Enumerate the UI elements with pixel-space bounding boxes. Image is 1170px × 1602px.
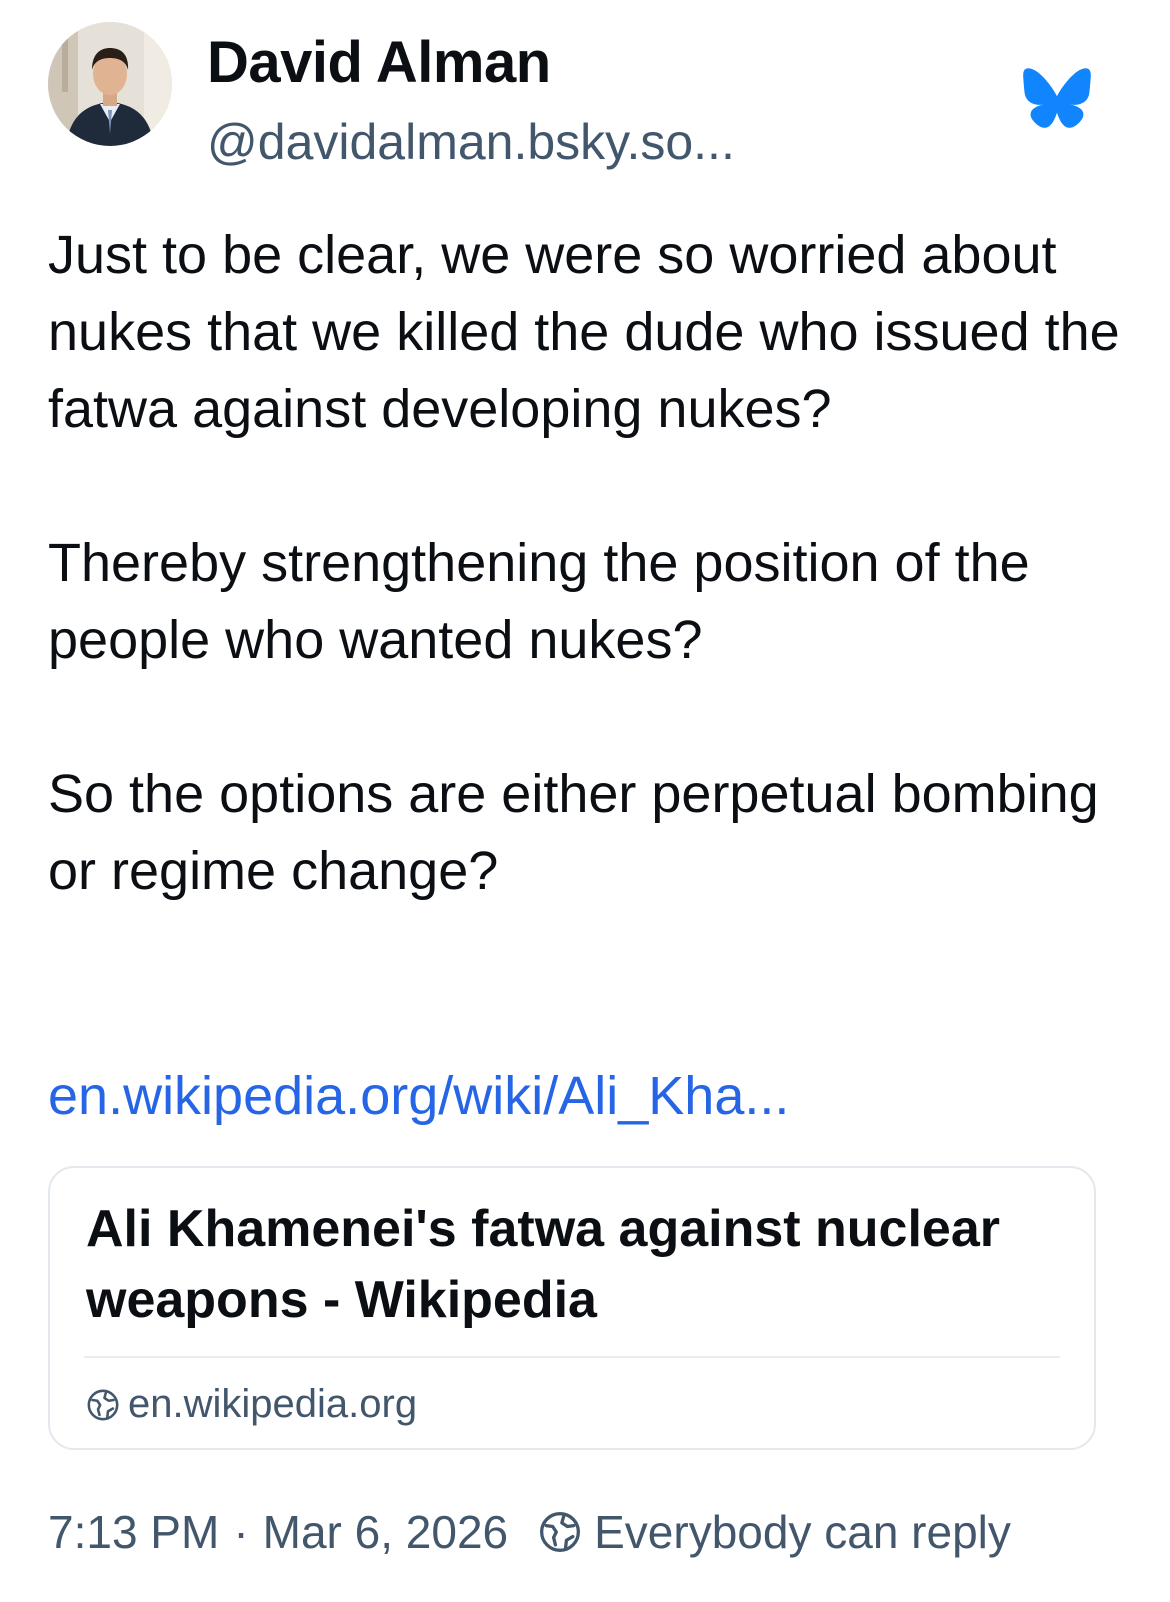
display-name[interactable]: David Alman [207,28,551,98]
reply-setting[interactable]: Everybody can reply [594,1505,1011,1559]
footer-separator: · [233,1506,249,1558]
globe-icon [86,1387,120,1421]
post-link[interactable]: en.wikipedia.org/wiki/Ali_Kha... [48,1058,789,1135]
link-card-domain: en.wikipedia.org [86,1374,417,1434]
post-paragraph: So the options are either perpetual bomb… [48,764,1099,901]
link-card-divider [84,1356,1060,1358]
bluesky-butterfly-icon [1022,66,1092,130]
post-paragraph: Thereby strengthening the position of th… [48,533,1030,670]
post: David Alman @davidalman.bsky.so... Just … [0,0,1170,1602]
link-card[interactable]: Ali Khamenei's fatwa against nuclear wea… [48,1166,1096,1450]
avatar[interactable] [48,22,172,146]
post-footer: 7:13 PM · Mar 6, 2026 Everybody can repl… [48,1500,1011,1564]
post-time: 7:13 PM [48,1506,220,1558]
link-card-domain-text: en.wikipedia.org [128,1381,418,1426]
avatar-photo [48,22,172,146]
globe-icon [538,1510,582,1554]
post-date: Mar 6, 2026 [262,1506,509,1558]
author-handle[interactable]: @davidalman.bsky.so... [207,112,735,172]
post-body: Just to be clear, we were so worried abo… [48,217,1128,910]
link-card-title: Ali Khamenei's fatwa against nuclear wea… [86,1200,1000,1329]
post-paragraph: Just to be clear, we were so worried abo… [48,225,1120,439]
